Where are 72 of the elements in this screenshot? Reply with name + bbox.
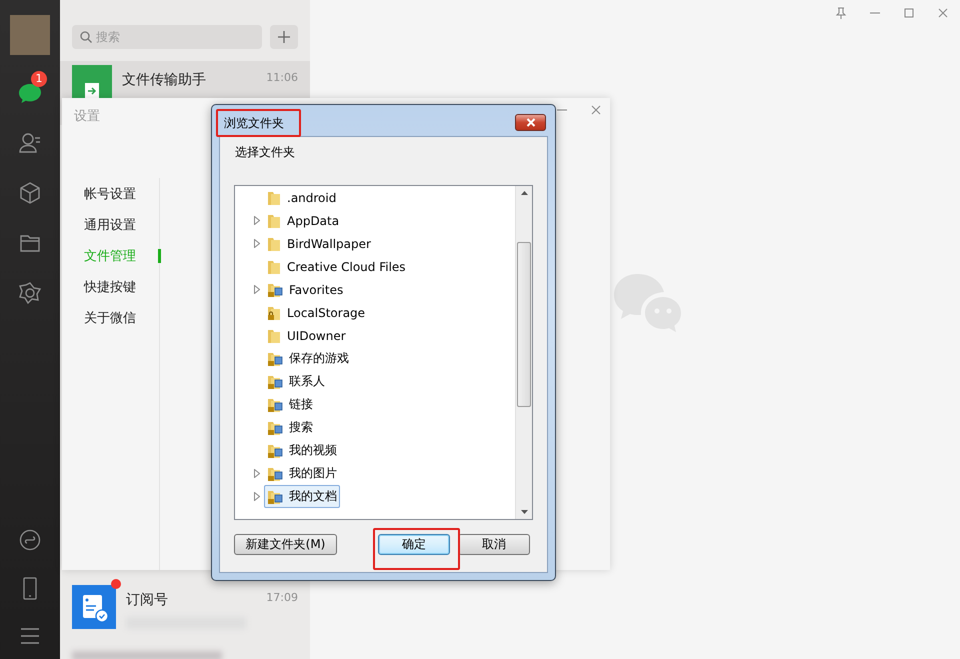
close-icon[interactable] (937, 7, 949, 19)
phone-icon[interactable] (22, 577, 38, 601)
close-icon (526, 118, 536, 127)
folder-tree-item[interactable]: BirdWallpaper (264, 232, 374, 255)
expand-arrow-icon[interactable] (254, 469, 260, 478)
unread-dot (111, 579, 121, 589)
chat-name: 文件传输助手 (122, 71, 206, 89)
folder-tree-item[interactable]: Creative Cloud Files (264, 255, 409, 278)
folder-tree-item[interactable]: 搜索 (264, 416, 316, 439)
maximize-icon[interactable] (903, 7, 915, 19)
user-folder-icon (267, 420, 283, 436)
selection-bar (158, 248, 161, 262)
folder-tree-item[interactable]: .android (264, 186, 340, 209)
subscription-avatar-icon (72, 585, 116, 629)
expand-arrow-icon[interactable] (254, 239, 260, 248)
folder-icon (267, 328, 281, 344)
user-folder-icon (267, 488, 283, 504)
settings-menu-item[interactable]: 帐号设置 (84, 184, 136, 202)
dialog-button[interactable]: 取消 (458, 534, 530, 555)
folder-icon (267, 258, 281, 274)
user-folder-icon (267, 442, 283, 458)
folder-tree-item[interactable]: 我的图片 (264, 462, 340, 485)
mini-program-icon[interactable] (19, 529, 41, 551)
chat-item[interactable]: 订阅号 17:09 (60, 581, 310, 645)
window-title: 设置 (74, 108, 100, 125)
expand-arrow-icon[interactable] (254, 492, 260, 501)
user-folder-icon (267, 282, 283, 298)
pin-icon[interactable] (835, 7, 847, 19)
chat-name: 订阅号 (126, 591, 168, 609)
locked-folder-icon (267, 304, 281, 320)
scroll-up-icon[interactable] (520, 191, 528, 195)
folder-tree-item[interactable]: UIDowner (264, 324, 349, 347)
expand-arrow-icon[interactable] (254, 285, 260, 294)
folder-tree-item[interactable]: LocalStorage (264, 301, 368, 324)
chat-time: 17:09 (266, 591, 298, 606)
chat-icon[interactable] (17, 81, 43, 105)
cube-icon[interactable] (18, 181, 42, 205)
folder-icon (267, 212, 281, 228)
folder-tree-item[interactable]: Favorites (264, 278, 346, 301)
settings-menu-item[interactable]: 关于微信 (84, 308, 136, 326)
folder-icon (267, 236, 281, 252)
folder-tree-item[interactable]: 我的文档 (264, 485, 340, 508)
close-button[interactable] (515, 114, 546, 131)
folder-tree-item[interactable]: 我的视频 (264, 439, 340, 462)
add-button[interactable] (270, 25, 298, 49)
dialog-button[interactable]: 新建文件夹(M) (234, 534, 337, 555)
search-field[interactable]: 搜索 (72, 25, 262, 49)
search-icon (80, 31, 92, 43)
close-icon[interactable] (590, 104, 602, 116)
user-folder-icon (267, 396, 283, 412)
plus-icon (277, 30, 291, 44)
folder-tree-item[interactable]: AppData (264, 209, 342, 232)
scrollbar[interactable] (515, 186, 532, 519)
unread-badge: 1 (31, 71, 47, 87)
aperture-icon[interactable] (18, 281, 42, 305)
folder-tree-item[interactable]: 联系人 (264, 370, 328, 393)
user-folder-icon (267, 466, 283, 482)
scroll-down-icon[interactable] (520, 510, 528, 514)
contacts-icon[interactable] (18, 131, 42, 155)
user-folder-icon (267, 374, 283, 390)
folder-tree-item[interactable]: 保存的游戏 (264, 347, 352, 370)
settings-menu-item[interactable]: 快捷按键 (84, 278, 136, 296)
menu-icon[interactable] (20, 627, 40, 645)
folder-icon (267, 190, 281, 206)
chat-time: 11:06 (266, 71, 298, 86)
dialog-button[interactable]: 确定 (378, 534, 450, 555)
scroll-thumb[interactable] (517, 242, 531, 407)
prompt-text: 选择文件夹 (235, 144, 296, 161)
user-folder-icon (267, 350, 283, 366)
settings-menu-item[interactable]: 通用设置 (84, 216, 136, 234)
folder-tree-item[interactable]: 链接 (264, 393, 316, 416)
expand-arrow-icon[interactable] (254, 216, 260, 225)
